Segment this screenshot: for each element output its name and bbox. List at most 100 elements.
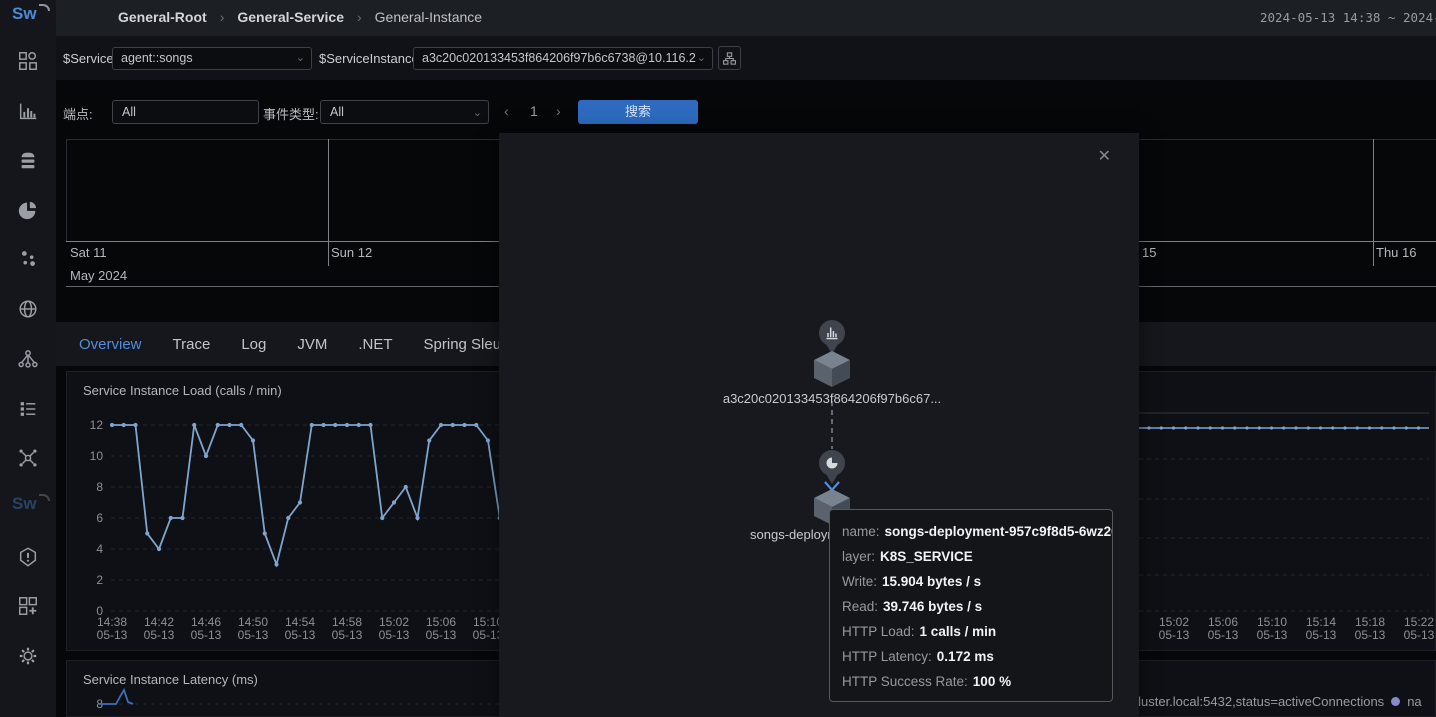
svg-text:05-13: 05-13 — [1355, 628, 1386, 642]
tab-trace[interactable]: Trace — [173, 336, 211, 353]
skywalking-instance-page: General-Root › General-Service › General-Ins… — [0, 0, 1436, 717]
alarm-shield-icon[interactable] — [17, 546, 39, 568]
event-type-label: 事件类型: — [263, 104, 319, 123]
tooltip-row: name:songs-deployment-957c9f8d5-6wz26 — [842, 519, 1100, 544]
page-number[interactable]: 1 — [530, 103, 538, 119]
svg-text:05-13: 05-13 — [97, 628, 128, 642]
sidebar: Sw Sw — [0, 0, 56, 717]
tab-overview[interactable]: Overview — [79, 336, 142, 353]
chevron-down-icon: ⌄ — [473, 101, 482, 125]
svg-text:05-13: 05-13 — [332, 628, 363, 642]
tooltip-row: HTTP Load:1 calls / min — [842, 619, 1100, 644]
svg-text:15:10: 15:10 — [1257, 615, 1287, 629]
timeline-tick-label: Sun 12 — [331, 245, 372, 260]
chart-legend: vc.cluster.local:5432,status=activeConne… — [1115, 694, 1422, 709]
svg-text:14:54: 14:54 — [285, 615, 315, 629]
svg-text:05-13: 05-13 — [1159, 628, 1190, 642]
legend-dot — [1391, 697, 1400, 706]
topology-node-label: a3c20c020133453f864206f97b6c67... — [682, 391, 982, 406]
gear-icon[interactable] — [17, 645, 39, 667]
svg-text:15:22: 15:22 — [1404, 615, 1434, 629]
svg-text:15:06: 15:06 — [426, 615, 456, 629]
svg-text:05-13: 05-13 — [285, 628, 316, 642]
network-icon[interactable] — [17, 447, 39, 469]
node-tooltip: name:songs-deployment-957c9f8d5-6wz26lay… — [829, 509, 1113, 702]
globe-icon[interactable] — [17, 298, 39, 320]
svg-text:05-13: 05-13 — [1306, 628, 1337, 642]
list-icon[interactable] — [17, 398, 39, 420]
instance-topology-dialog: ✕ a3c20c020133453f864206f97b6c67... song… — [499, 133, 1139, 717]
tooltip-row: HTTP Success Rate:100 % — [842, 669, 1100, 694]
timeline-tick-line — [328, 139, 329, 266]
timeline-month-label: May 2024 — [70, 268, 127, 283]
logo-swoosh — [39, 4, 50, 11]
svg-text:15:02: 15:02 — [379, 615, 409, 629]
sw-logo-faded[interactable]: Sw — [12, 494, 48, 518]
svg-text:05-13: 05-13 — [426, 628, 457, 642]
svg-text:15:18: 15:18 — [1355, 615, 1385, 629]
tab-jvm[interactable]: JVM — [297, 336, 327, 353]
breadcrumb-item[interactable]: General-Instance — [375, 9, 482, 25]
bar-chart-icon[interactable] — [17, 100, 39, 122]
service-instance-label: $ServiceInstance — [319, 51, 419, 66]
svg-text:12: 12 — [90, 418, 104, 432]
tooltip-row: Write:15.904 bytes / s — [842, 569, 1100, 594]
svg-text:10: 10 — [90, 449, 104, 463]
tab--net[interactable]: .NET — [358, 336, 392, 353]
tooltip-row: Read:39.746 bytes / s — [842, 594, 1100, 619]
event-type-select[interactable]: All ⌄ — [320, 100, 489, 124]
svg-text:8: 8 — [96, 480, 103, 494]
tooltip-row: HTTP Latency:0.172 ms — [842, 644, 1100, 669]
breadcrumb-item[interactable]: General-Root — [118, 9, 207, 25]
skywalking-logo[interactable]: Sw — [12, 4, 48, 28]
timeline-left-border — [66, 139, 67, 242]
filter-bar: $Service agent::songs ⌄ $ServiceInstance… — [56, 36, 1436, 80]
breadcrumb: General-Root›General-Service›General-Ins… — [118, 9, 482, 25]
pie-chart-icon[interactable] — [17, 199, 39, 221]
tooltip-row: layer:K8S_SERVICE — [842, 544, 1100, 569]
svg-text:05-13: 05-13 — [1208, 628, 1239, 642]
tab-log[interactable]: Log — [241, 336, 266, 353]
next-page-arrow[interactable]: › — [556, 103, 561, 119]
scatter-icon[interactable] — [17, 248, 39, 270]
timeline-tick-label: Sat 11 — [70, 245, 107, 260]
svg-text:14:58: 14:58 — [332, 615, 362, 629]
timeline-tick-label: Thu 16 — [1376, 245, 1416, 260]
service-select[interactable]: agent::songs ⌄ — [112, 47, 312, 70]
layers-icon[interactable] — [17, 149, 39, 171]
instance-topology-button[interactable] — [718, 46, 741, 70]
svg-text:14:42: 14:42 — [144, 615, 174, 629]
svg-text:15:02: 15:02 — [1159, 615, 1189, 629]
service-label: $Service — [63, 51, 114, 66]
chevron-down-icon: ⌄ — [296, 48, 305, 69]
svg-text:4: 4 — [96, 542, 103, 556]
dashboard-icon[interactable] — [17, 50, 39, 72]
svg-text:05-13: 05-13 — [1404, 628, 1435, 642]
svg-text:15:06: 15:06 — [1208, 615, 1238, 629]
svg-text:05-13: 05-13 — [191, 628, 222, 642]
topology-icon[interactable] — [17, 348, 39, 370]
time-range-picker[interactable]: 2024-05-13 14:38 ~ 2024-05 — [1260, 10, 1436, 25]
chevron-down-icon: ⌄ — [697, 48, 706, 69]
endpoint-label: 端点: — [63, 104, 93, 123]
org-chart-icon — [722, 51, 737, 66]
timeline-tick-label: 15 — [1142, 245, 1156, 260]
timeline-tick-line — [1373, 139, 1374, 266]
breadcrumb-separator: › — [220, 9, 225, 25]
top-bar: General-Root›General-Service›General-Ins… — [56, 0, 1436, 36]
legend-series-name-2: na — [1407, 694, 1421, 709]
legend-series-name: vc.cluster.local:5432,status=activeConne… — [1115, 694, 1384, 709]
service-instance-select[interactable]: a3c20c020133453f864206f97b6c6738@10.116.… — [413, 47, 713, 70]
endpoint-input[interactable]: All — [112, 100, 259, 124]
prev-page-arrow[interactable]: ‹ — [504, 103, 509, 119]
svg-text:2: 2 — [96, 573, 103, 587]
svg-text:14:50: 14:50 — [238, 615, 268, 629]
svg-text:14:38: 14:38 — [97, 615, 127, 629]
svg-text:15:14: 15:14 — [1306, 615, 1336, 629]
svg-text:6: 6 — [96, 511, 103, 525]
breadcrumb-item[interactable]: General-Service — [237, 9, 344, 25]
topology-node-label: songs-deploym — [750, 527, 838, 542]
search-button[interactable]: 搜索 — [578, 100, 698, 124]
svg-text:05-13: 05-13 — [379, 628, 410, 642]
dashboard-add-icon[interactable] — [17, 595, 39, 617]
